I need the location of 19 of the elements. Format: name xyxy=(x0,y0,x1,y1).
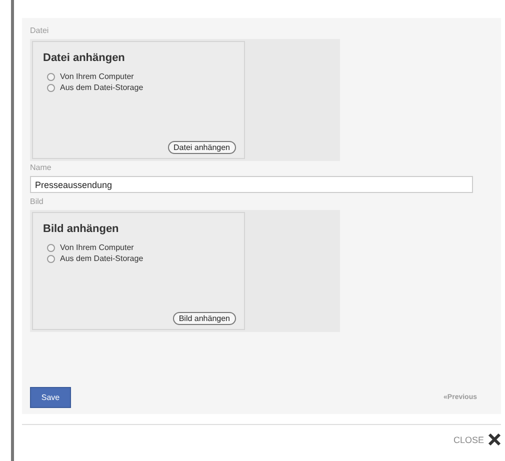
attach-button[interactable]: Bild anhängen xyxy=(172,312,236,325)
save-button[interactable]: Save xyxy=(30,387,71,408)
name-field[interactable]: Presseaussendung xyxy=(30,176,473,193)
option-label: Aus dem Datei-Storage xyxy=(60,83,144,92)
radio-button[interactable] xyxy=(47,72,55,80)
radio-button[interactable] xyxy=(47,254,55,262)
option-label: Von Ihrem Computer xyxy=(60,72,134,81)
field-label: Bild xyxy=(30,197,44,206)
close-label[interactable]: CLOSE xyxy=(453,434,484,444)
radio-button[interactable] xyxy=(47,84,55,92)
attach-button[interactable]: Datei anhängen xyxy=(168,141,236,154)
field-label: Name xyxy=(30,163,52,172)
option-label: Von Ihrem Computer xyxy=(60,243,134,252)
attachment-title: Datei anhängen xyxy=(43,52,126,64)
field-label: Datei xyxy=(30,26,50,35)
attachment-title: Bild anhängen xyxy=(43,223,120,235)
option-label: Aus dem Datei-Storage xyxy=(60,254,144,263)
close-icon[interactable] xyxy=(488,433,501,446)
radio-button[interactable] xyxy=(47,244,55,252)
